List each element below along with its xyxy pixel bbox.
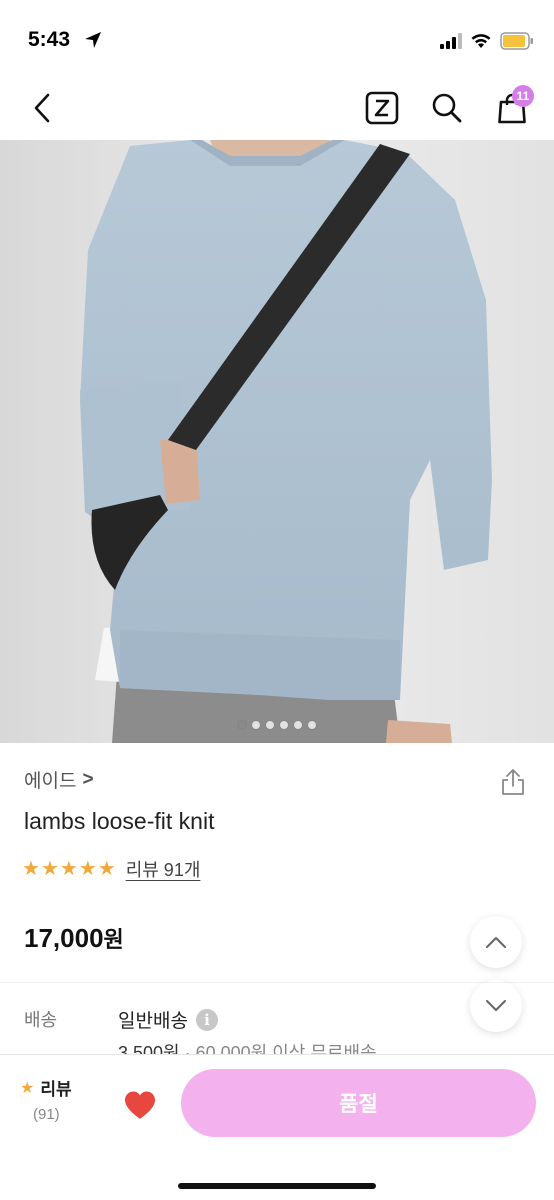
status-bar: 5:43 <box>0 0 554 78</box>
location-arrow-icon <box>85 32 101 48</box>
star-icon: ★ <box>78 858 97 880</box>
search-icon <box>432 93 462 123</box>
brand-link[interactable]: 에이드 > <box>24 766 94 793</box>
scroll-down-button[interactable] <box>470 980 522 1032</box>
wifi-icon <box>471 34 491 48</box>
share-icon <box>502 769 524 795</box>
price-value: 17,000 <box>24 923 104 953</box>
home-indicator <box>178 1183 376 1189</box>
star-icon: ★ <box>22 858 40 880</box>
brand-name: 에이드 <box>24 771 77 792</box>
chevron-up-icon <box>486 937 506 948</box>
star-icon: ★ <box>59 858 78 880</box>
section-divider <box>0 982 554 983</box>
star-icon: ★ <box>40 858 59 880</box>
signal-icon <box>440 33 462 49</box>
shipping-type-text: 일반배송 <box>118 1011 188 1032</box>
info-icon[interactable]: i <box>195 1008 218 1031</box>
heart-icon <box>125 1091 155 1119</box>
review-tab-label: 리뷰 <box>40 1080 72 1099</box>
battery-icon <box>500 32 533 50</box>
star-icon: ★ <box>97 858 116 880</box>
product-title: lambs loose-fit knit <box>24 808 215 834</box>
carousel-dot[interactable] <box>294 721 302 729</box>
cart-button[interactable]: 11 <box>492 85 534 128</box>
cart-count-badge: 11 <box>512 85 534 107</box>
carousel-dot[interactable] <box>266 721 274 729</box>
rating-stars: ★ ★ ★ ★ ★ <box>22 859 116 879</box>
status-indicators <box>440 31 534 51</box>
chevron-down-icon <box>486 1000 506 1011</box>
product-photo <box>0 140 554 743</box>
product-price: 17,000원 <box>24 922 124 954</box>
shipping-type: 일반배송 i <box>118 1006 218 1033</box>
review-tab-header: ★ 리뷰 <box>20 1075 90 1100</box>
zigzag-home-button[interactable] <box>362 88 402 128</box>
star-icon: ★ <box>20 1079 35 1097</box>
navigation-bar: 11 <box>0 78 554 140</box>
review-tab-count: (91) <box>33 1106 60 1123</box>
share-button[interactable] <box>498 766 528 798</box>
sold-out-button[interactable]: 품절 <box>181 1069 536 1137</box>
back-chevron-icon <box>34 93 50 123</box>
price-unit: 원 <box>103 927 124 952</box>
product-image-carousel[interactable] <box>0 140 554 743</box>
carousel-dot[interactable] <box>308 721 316 729</box>
carousel-dot[interactable] <box>252 721 260 729</box>
chevron-right-icon: > <box>82 768 94 790</box>
rating-row: ★ ★ ★ ★ ★ 리뷰 91개 <box>22 856 200 882</box>
status-time: 5:43 <box>28 28 71 51</box>
review-button[interactable]: ★ 리뷰 (91) <box>20 1075 90 1124</box>
scroll-up-button[interactable] <box>470 916 522 968</box>
carousel-dot[interactable] <box>280 721 288 729</box>
zigzag-logo-icon <box>365 91 399 125</box>
search-button[interactable] <box>427 88 467 128</box>
review-count-link[interactable]: 리뷰 91개 <box>126 856 201 882</box>
carousel-indicators <box>0 721 554 729</box>
back-button[interactable] <box>24 88 60 128</box>
wishlist-button[interactable] <box>120 1085 160 1125</box>
shipping-label: 배송 <box>24 1010 58 1030</box>
bottom-action-bar: ★ 리뷰 (91) 품절 <box>0 1054 554 1200</box>
carousel-dot[interactable] <box>238 721 246 729</box>
